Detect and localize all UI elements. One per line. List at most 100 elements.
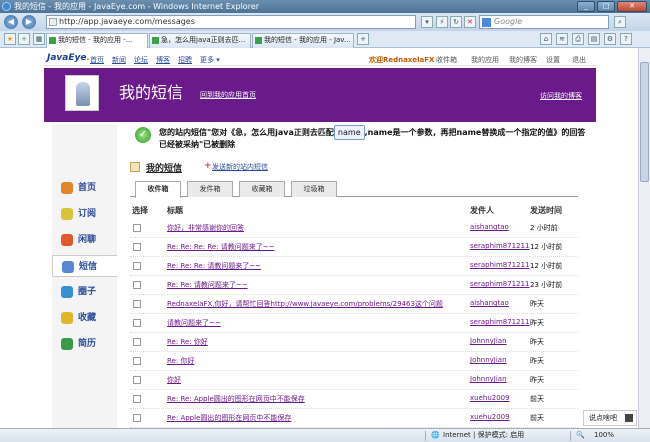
back-button[interactable]: ◀ [4, 15, 18, 29]
message-time: 昨天 [530, 357, 544, 365]
sidebar-item-label: 订阅 [78, 209, 97, 219]
visit-blog-link[interactable]: 访问我的博客 [540, 91, 582, 101]
select-checkbox[interactable] [133, 357, 141, 365]
message-sender[interactable]: JohnnyJian [470, 356, 507, 364]
maximize-button[interactable]: □ [597, 1, 615, 12]
feeds-icon[interactable]: ≋ [556, 33, 568, 45]
nav-more[interactable]: 更多 ▾ [200, 55, 220, 65]
messages-title[interactable]: 我的短信 [146, 161, 182, 174]
sidebar-item-label: 收藏 [78, 313, 97, 323]
help-icon[interactable]: ? [620, 33, 632, 45]
message-sender[interactable]: seraphim871211 [470, 242, 530, 250]
welcome-user[interactable]: 欢迎RednaxelaFX [369, 55, 434, 65]
close-button[interactable]: ✕ [617, 1, 647, 12]
messages-header: 我的短信 + 发送新的站内短信 [130, 161, 570, 175]
message-title[interactable]: Re: Re: Apple圆出的图形在网页中不能保存 [167, 394, 305, 404]
print-icon[interactable]: ⎙ [572, 33, 584, 45]
nav-blog[interactable]: 博客 [156, 55, 170, 65]
back-to-apps-link[interactable]: 回到我的应用首页 [200, 90, 256, 100]
message-sender[interactable]: seraphim871211 [470, 318, 530, 326]
settings-link[interactable]: 设置 [546, 55, 560, 65]
send-new-message-link[interactable]: 发送新的站内短信 [212, 162, 268, 172]
avatar[interactable] [65, 75, 99, 111]
message-sender[interactable]: aishangtao [470, 299, 509, 307]
select-checkbox[interactable] [133, 338, 141, 346]
chat-promo[interactable]: 说点啥吧 [583, 410, 637, 426]
home-icon-browser[interactable]: ⌂ [540, 33, 552, 45]
select-checkbox[interactable] [133, 414, 141, 422]
message-title[interactable]: Re: 你好 [167, 356, 194, 366]
select-checkbox[interactable] [133, 281, 141, 289]
nav-news[interactable]: 新闻 [112, 55, 126, 65]
sidebar-item-5[interactable]: 收藏 [52, 307, 117, 329]
message-sender[interactable]: aishangtao [470, 223, 509, 231]
tab-trash[interactable]: 垃圾箱 [291, 181, 337, 197]
search-placeholder: Google [494, 17, 523, 26]
sidebar-item-4[interactable]: 圈子 [52, 281, 117, 303]
message-sender[interactable]: seraphim871211 [470, 280, 530, 288]
message-title[interactable]: 你好，非常感谢你的回答 [167, 223, 244, 233]
security-zone[interactable]: Internet | 保护模式: 启用 [443, 429, 524, 442]
scrollbar[interactable] [638, 48, 650, 428]
sidebar-item-0[interactable]: 首页 [52, 177, 117, 199]
message-sender[interactable]: seraphim871211 [470, 261, 530, 269]
message-time: 23 小时前 [530, 281, 563, 289]
tools-menu-icon[interactable]: ⚙ [604, 33, 616, 45]
stop-icon[interactable]: ✕ [464, 16, 476, 28]
compat-icon[interactable]: ⚡ [436, 16, 448, 28]
new-tab-button[interactable]: + [357, 33, 369, 45]
message-sender[interactable]: xuehu2009 [470, 413, 510, 421]
select-checkbox[interactable] [133, 300, 141, 308]
tab-inbox[interactable]: 收件箱 [135, 181, 181, 198]
scrollbar-thumb[interactable] [640, 62, 649, 182]
minimize-button[interactable]: _ [577, 1, 595, 12]
search-input[interactable]: Google [479, 15, 609, 29]
zoom-level[interactable]: 100% [594, 429, 614, 442]
message-title[interactable]: Re: Re: Re: 请教问题来了~~ [167, 261, 261, 271]
select-checkbox[interactable] [133, 262, 141, 270]
message-sender[interactable]: JohnnyJian [470, 337, 507, 345]
message-sender[interactable]: JohnnyJian [470, 375, 507, 383]
nav-forum[interactable]: 论坛 [134, 55, 148, 65]
tab-list-icon[interactable]: ▦ [33, 33, 45, 45]
tab-messages-2[interactable]: 我的短信 - 我的应用 - Jav... [252, 33, 354, 48]
message-title[interactable]: 请教问题来了~~ [167, 318, 221, 328]
message-title[interactable]: Re: Re: 请教问题来了~~ [167, 280, 248, 290]
add-favorite-icon[interactable]: + [18, 33, 30, 45]
refresh-icon[interactable]: ↻ [450, 16, 462, 28]
favorites-star-icon[interactable]: ★ [4, 33, 16, 45]
address-input[interactable]: http://app.javaeye.com/messages [46, 15, 416, 29]
sidebar-item-3[interactable]: 短信 [52, 255, 117, 277]
message-title[interactable]: Re: Re: Re: Re: 请教问题来了~~ [167, 242, 275, 252]
search-icon[interactable]: ⌕ [614, 16, 626, 28]
mailbox-tabs: 收件箱 发件箱 收藏箱 垃圾箱 [130, 181, 578, 198]
tab-question[interactable]: 急，怎么用java正则去匹... [149, 33, 251, 48]
nav-home[interactable]: 首页 [90, 55, 104, 65]
my-apps-link[interactable]: 我的应用 [471, 55, 499, 65]
nav-jobs[interactable]: 招聘 [178, 55, 192, 65]
tab-sent[interactable]: 发件箱 [187, 181, 233, 197]
message-title[interactable]: 你好 [167, 375, 181, 385]
message-title[interactable]: Re: Re: 你好 [167, 337, 208, 347]
select-checkbox[interactable] [133, 395, 141, 403]
message-sender[interactable]: xuehu2009 [470, 394, 510, 402]
inbox-link[interactable]: 收件箱 [436, 55, 457, 65]
select-checkbox[interactable] [133, 376, 141, 384]
message-title[interactable]: Re: Apple圆出的图形在网页中不能保存 [167, 413, 291, 423]
select-checkbox[interactable] [133, 319, 141, 327]
site-logo[interactable]: JavaEye. [47, 53, 90, 63]
logout-link[interactable]: 退出 [572, 55, 586, 65]
page-menu-icon[interactable]: ▤ [588, 33, 600, 45]
dropdown-arrow-icon[interactable]: ▾ [421, 16, 433, 28]
sidebar-item-2[interactable]: 闲聊 [52, 229, 117, 251]
tab-favorites[interactable]: 收藏箱 [239, 181, 285, 197]
sidebar-item-1[interactable]: 订阅 [52, 203, 117, 225]
select-checkbox[interactable] [133, 243, 141, 251]
sidebar-item-label: 短信 [79, 262, 98, 272]
my-blog-link[interactable]: 我的博客 [509, 55, 537, 65]
forward-button[interactable]: ▶ [22, 15, 36, 29]
select-checkbox[interactable] [133, 224, 141, 232]
message-title[interactable]: RednaxelaFX,你好，请帮忙回答http://www.javaeye.c… [167, 299, 443, 309]
tab-messages[interactable]: 我的短信 - 我的应用 -... [46, 33, 148, 48]
sidebar-item-6[interactable]: 简历 [52, 333, 117, 355]
